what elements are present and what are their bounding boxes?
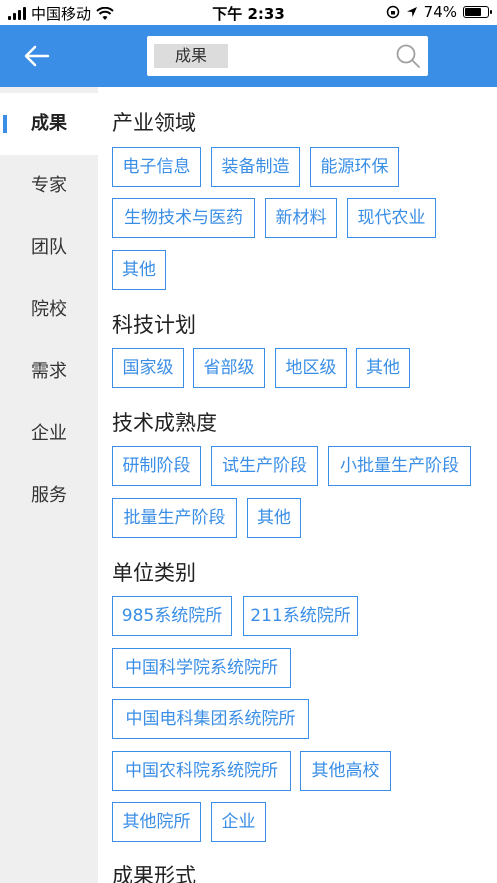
- battery-icon: [463, 6, 492, 18]
- filter-tag[interactable]: 211系统院所: [243, 596, 358, 636]
- arrow-left-icon[interactable]: [22, 41, 52, 71]
- filter-tag[interactable]: 企业: [211, 802, 266, 842]
- section-title-industry: 产业领域: [112, 111, 196, 135]
- filter-tag[interactable]: 新材料: [265, 198, 337, 238]
- filter-tag[interactable]: 985系统院所: [112, 596, 232, 636]
- filter-tag[interactable]: 批量生产阶段: [112, 498, 237, 538]
- status-right: 74%: [386, 3, 492, 21]
- search-icon[interactable]: [395, 43, 421, 69]
- filter-tag[interactable]: 国家级: [112, 348, 184, 388]
- filter-tag[interactable]: 现代农业: [347, 198, 436, 238]
- section-title-achievement-form: 成果形式: [112, 864, 196, 883]
- sidebar-item-teams[interactable]: 团队: [0, 217, 98, 279]
- status-bar: 中国移动 下午 2:33 74%: [0, 0, 497, 25]
- battery-fill: [465, 8, 482, 16]
- location-icon: [406, 7, 417, 17]
- filter-tag[interactable]: 生物技术与医药: [112, 198, 255, 238]
- section-title-maturity: 技术成熟度: [112, 411, 217, 435]
- filter-tag[interactable]: 其他: [112, 250, 166, 290]
- filter-tag[interactable]: 其他高校: [300, 751, 391, 791]
- search-category-tag[interactable]: 成果: [154, 44, 228, 68]
- sidebar-item-services[interactable]: 服务: [0, 465, 98, 527]
- filter-tag[interactable]: 小批量生产阶段: [328, 446, 471, 486]
- orientation-lock-icon: [386, 5, 399, 19]
- search-box[interactable]: 成果: [147, 36, 428, 76]
- filter-tag[interactable]: 能源环保: [310, 147, 399, 187]
- sidebar: 成果 专家 团队 院校 需求 企业 服务: [0, 87, 98, 883]
- filter-tag[interactable]: 省部级: [193, 348, 265, 388]
- filter-tag[interactable]: 中国科学院系统院所: [112, 648, 291, 688]
- section-title-tech-plan: 科技计划: [112, 313, 196, 337]
- sidebar-item-demands[interactable]: 需求: [0, 341, 98, 403]
- filter-tag[interactable]: 地区级: [275, 348, 347, 388]
- filter-tag[interactable]: 中国电科集团系统院所: [112, 699, 309, 739]
- battery-percent: 74%: [423, 3, 457, 21]
- filter-tag[interactable]: 研制阶段: [112, 446, 201, 486]
- sidebar-item-institutes[interactable]: 院校: [0, 279, 98, 341]
- filter-tag[interactable]: 其他: [356, 348, 410, 388]
- filter-tag[interactable]: 试生产阶段: [211, 446, 318, 486]
- filter-tag[interactable]: 其他院所: [112, 802, 201, 842]
- sidebar-item-experts[interactable]: 专家: [0, 155, 98, 217]
- header: 成果: [0, 25, 497, 87]
- section-title-org-type: 单位类别: [112, 561, 196, 585]
- sidebar-item-achievements[interactable]: 成果: [0, 93, 98, 155]
- filter-tag[interactable]: 电子信息: [112, 147, 201, 187]
- sidebar-item-companies[interactable]: 企业: [0, 403, 98, 465]
- filter-panel: 产业领域 电子信息 装备制造 能源环保 生物技术与医药 新材料 现代农业 其他 …: [98, 87, 497, 883]
- filter-tag[interactable]: 装备制造: [211, 147, 300, 187]
- filter-tag[interactable]: 中国农科院系统院所: [112, 751, 291, 791]
- filter-tag[interactable]: 其他: [247, 498, 301, 538]
